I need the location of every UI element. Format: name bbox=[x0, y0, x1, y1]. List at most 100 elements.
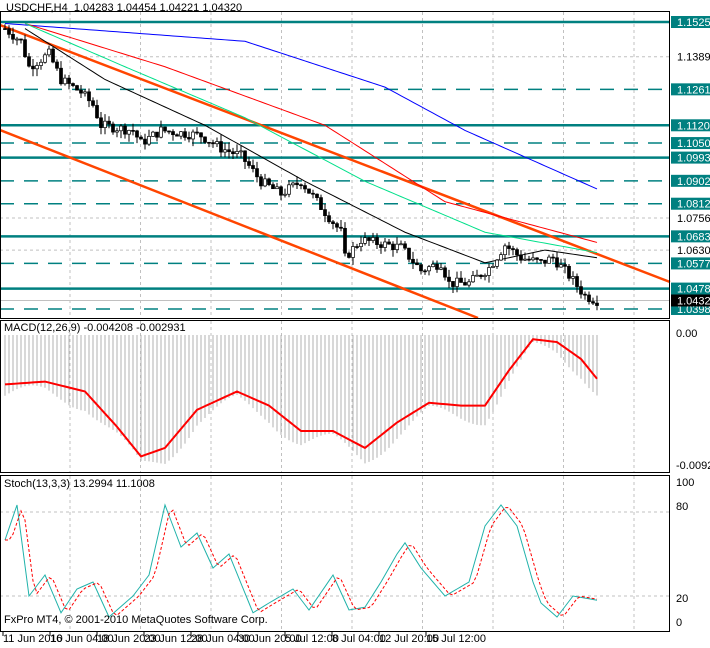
candle bbox=[59, 67, 63, 85]
candle bbox=[563, 264, 567, 267]
level-price-label: 1.08121 bbox=[677, 199, 710, 211]
candle bbox=[151, 131, 155, 137]
candle bbox=[155, 131, 159, 138]
stoch-tick: 0 bbox=[676, 617, 683, 629]
candle bbox=[75, 85, 79, 91]
candle bbox=[555, 257, 559, 268]
candle bbox=[271, 184, 275, 190]
level-price-label: 1.15258 bbox=[677, 17, 710, 29]
candle bbox=[295, 182, 299, 186]
candle bbox=[323, 209, 327, 217]
candle bbox=[99, 117, 103, 129]
candle bbox=[511, 248, 515, 250]
candle bbox=[79, 89, 83, 94]
candle bbox=[595, 302, 599, 306]
candle bbox=[503, 245, 507, 256]
candle bbox=[527, 258, 531, 261]
candle bbox=[123, 125, 127, 135]
level-price-label: 1.09932 bbox=[677, 153, 710, 165]
macd-top-label: 0.00 bbox=[676, 328, 698, 340]
stoch-main-line bbox=[4, 503, 598, 618]
candle bbox=[163, 126, 167, 132]
candle bbox=[387, 241, 391, 245]
candle bbox=[475, 274, 479, 277]
candle bbox=[351, 246, 355, 258]
ma-black-line bbox=[24, 28, 598, 264]
candle bbox=[31, 65, 35, 70]
candle bbox=[403, 243, 407, 249]
candle bbox=[443, 267, 447, 278]
candle bbox=[427, 266, 431, 272]
symbol-header: USDCHF,H4 1.04283 1.04454 1.04221 1.0432… bbox=[6, 2, 243, 14]
candle bbox=[55, 61, 59, 69]
candle bbox=[211, 142, 215, 145]
candle bbox=[39, 61, 43, 66]
candle bbox=[439, 267, 443, 270]
candle bbox=[375, 237, 379, 245]
candle bbox=[359, 243, 363, 247]
candle bbox=[67, 77, 71, 84]
candle bbox=[23, 39, 27, 58]
candle bbox=[579, 286, 583, 295]
level-price-label: 1.11201 bbox=[677, 120, 710, 132]
candle bbox=[171, 131, 175, 136]
candle bbox=[327, 215, 331, 223]
price-label: 1.13895 bbox=[677, 52, 710, 64]
candle bbox=[519, 254, 523, 261]
candle bbox=[191, 131, 195, 140]
candle bbox=[499, 254, 503, 261]
macd-bottom-label: -0.00928 bbox=[676, 460, 710, 472]
candle bbox=[143, 138, 147, 145]
candle bbox=[483, 275, 487, 277]
candle bbox=[363, 237, 367, 244]
candle bbox=[195, 131, 199, 134]
candle bbox=[571, 276, 575, 279]
candle bbox=[287, 184, 291, 195]
candle bbox=[567, 265, 571, 279]
candle bbox=[347, 252, 351, 258]
candle bbox=[447, 276, 451, 282]
candle bbox=[383, 241, 387, 248]
candle bbox=[551, 256, 555, 259]
ma-blue-line bbox=[4, 22, 598, 190]
candle bbox=[451, 281, 455, 287]
candle bbox=[435, 263, 439, 270]
candle bbox=[239, 150, 243, 153]
candle bbox=[391, 243, 395, 250]
candle bbox=[415, 262, 419, 266]
candle bbox=[407, 247, 411, 260]
candle bbox=[83, 91, 87, 94]
time-axis-label: 5 Jul 12:00 bbox=[285, 633, 339, 645]
candle bbox=[507, 245, 511, 249]
candle bbox=[311, 192, 315, 195]
stoch-title: Stoch(13,3,3) 13.2994 11.1008 bbox=[4, 478, 155, 490]
stoch-tick: 100 bbox=[676, 477, 695, 489]
candle bbox=[27, 56, 31, 67]
level-price-label: 1.12613 bbox=[677, 84, 710, 96]
candle bbox=[591, 301, 595, 304]
candle bbox=[315, 193, 319, 198]
candle bbox=[343, 227, 347, 254]
candle bbox=[235, 151, 239, 155]
candle bbox=[419, 264, 423, 272]
candle bbox=[183, 131, 187, 138]
candle bbox=[91, 100, 95, 106]
candle bbox=[431, 263, 435, 268]
candle bbox=[515, 249, 519, 256]
candle bbox=[575, 276, 579, 287]
candle bbox=[583, 293, 587, 296]
candle bbox=[103, 120, 107, 129]
candle bbox=[227, 149, 231, 153]
candle bbox=[399, 243, 403, 246]
candle bbox=[107, 120, 111, 125]
level-price-label: 1.05776 bbox=[677, 258, 710, 270]
candle bbox=[331, 221, 335, 224]
trendline-upper[interactable] bbox=[0, 23, 671, 284]
candle bbox=[523, 258, 527, 261]
level-price-label: 1.04787 bbox=[677, 284, 710, 296]
candle bbox=[3, 28, 7, 30]
candle bbox=[307, 188, 311, 194]
candle bbox=[267, 178, 271, 185]
candle bbox=[255, 168, 259, 178]
price-label: 1.07560 bbox=[677, 213, 710, 225]
